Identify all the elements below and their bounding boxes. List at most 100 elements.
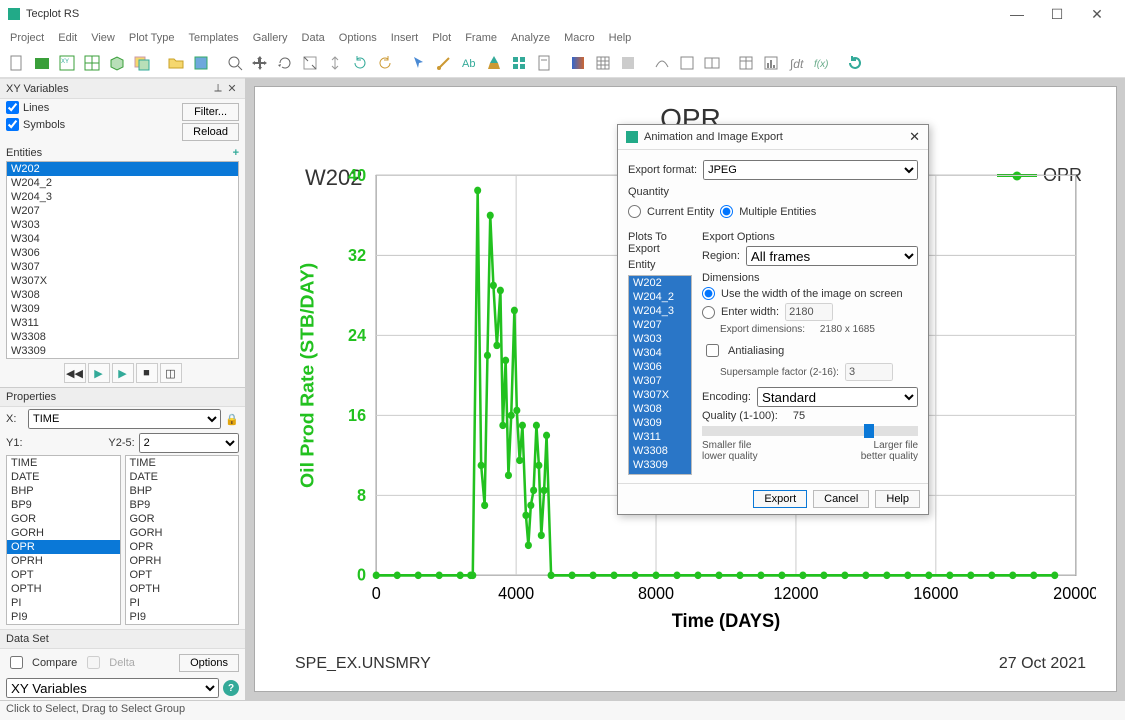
list-item[interactable]: OPT: [126, 568, 239, 582]
list-item[interactable]: OPTH: [7, 582, 120, 596]
list-item[interactable]: W3309: [629, 458, 691, 472]
use-screen-width-radio[interactable]: [702, 287, 715, 300]
pin-icon[interactable]: ⟂: [211, 82, 225, 95]
menu-gallery[interactable]: Gallery: [247, 30, 294, 46]
list-item[interactable]: W204_2: [629, 290, 691, 304]
toolbar-undo-icon[interactable]: [374, 52, 396, 74]
list-item[interactable]: OPRH: [126, 554, 239, 568]
region-select[interactable]: All frames: [746, 246, 918, 266]
list-item[interactable]: W309: [7, 302, 238, 316]
toolbar-zoom-icon[interactable]: [224, 52, 246, 74]
enter-width-input[interactable]: [785, 303, 833, 321]
list-item[interactable]: OPT: [7, 568, 120, 582]
menu-analyze[interactable]: Analyze: [505, 30, 556, 46]
menu-help[interactable]: Help: [603, 30, 638, 46]
export-format-select[interactable]: JPEG: [703, 160, 918, 180]
list-item[interactable]: BP9: [126, 498, 239, 512]
toolbar-shade-icon[interactable]: [617, 52, 639, 74]
list-item[interactable]: W307X: [7, 274, 238, 288]
list-item[interactable]: W3308: [7, 330, 238, 344]
toolbar-multiframe-icon[interactable]: [701, 52, 723, 74]
toolbar-probe-icon[interactable]: [433, 52, 455, 74]
reload-button[interactable]: Reload: [182, 123, 239, 141]
vcr-stop-icon[interactable]: ■: [136, 363, 158, 383]
export-button[interactable]: Export: [753, 490, 807, 508]
menu-view[interactable]: View: [85, 30, 121, 46]
toolbar-move-icon[interactable]: [249, 52, 271, 74]
toolbar-pointer-icon[interactable]: [408, 52, 430, 74]
toolbar-rotate-icon[interactable]: [274, 52, 296, 74]
toolbar-open-icon[interactable]: [165, 52, 187, 74]
add-entity-icon[interactable]: +: [233, 147, 239, 159]
toolbar-streamline-icon[interactable]: [651, 52, 673, 74]
filter-button[interactable]: Filter...: [182, 103, 239, 121]
toolbar-cube-icon[interactable]: [106, 52, 128, 74]
lines-checkbox[interactable]: [6, 101, 19, 114]
list-item[interactable]: W202: [7, 162, 238, 176]
toolbar-layers-icon[interactable]: [131, 52, 153, 74]
vcr-snapshot-icon[interactable]: ◫: [160, 363, 182, 383]
maximize-button[interactable]: ☐: [1037, 6, 1077, 23]
list-item[interactable]: W207: [7, 204, 238, 218]
toolbar-home-icon[interactable]: [31, 52, 53, 74]
list-item[interactable]: OPR: [7, 540, 120, 554]
list-item[interactable]: W308: [629, 402, 691, 416]
sidebar-footer-select[interactable]: XY Variables: [6, 678, 219, 698]
toolbar-fx-icon[interactable]: f(x): [810, 52, 832, 74]
x-axis-select[interactable]: TIME: [28, 409, 221, 429]
dialog-entities-list[interactable]: W202W204_2W204_3W207W303W304W306W307W307…: [628, 275, 692, 475]
menu-options[interactable]: Options: [333, 30, 383, 46]
list-item[interactable]: W202: [629, 276, 691, 290]
toolbar-refresh-icon[interactable]: [844, 52, 866, 74]
close-panel-icon[interactable]: ✕: [225, 82, 239, 95]
list-item[interactable]: W3308: [629, 444, 691, 458]
list-item[interactable]: WCT: [7, 624, 120, 625]
list-item[interactable]: TIME: [126, 456, 239, 470]
toolbar-grid-icon[interactable]: [81, 52, 103, 74]
toolbar-vscale-icon[interactable]: [324, 52, 346, 74]
toolbar-save-icon[interactable]: [190, 52, 212, 74]
vcr-play-icon[interactable]: ▶: [112, 363, 134, 383]
list-item[interactable]: W303: [7, 218, 238, 232]
menu-templates[interactable]: Templates: [183, 30, 245, 46]
list-item[interactable]: W311: [629, 430, 691, 444]
list-item[interactable]: W306: [629, 360, 691, 374]
list-item[interactable]: OPTH: [126, 582, 239, 596]
minimize-button[interactable]: —: [997, 6, 1037, 22]
list-item[interactable]: W207: [629, 318, 691, 332]
list-item[interactable]: W307: [629, 374, 691, 388]
toolbar-palette-icon[interactable]: [483, 52, 505, 74]
menu-edit[interactable]: Edit: [52, 30, 83, 46]
vcr-playback-icon[interactable]: ▶: [88, 363, 110, 383]
list-item[interactable]: W304: [7, 232, 238, 246]
y25-select[interactable]: 2: [139, 433, 239, 453]
list-item[interactable]: W405: [629, 472, 691, 475]
enter-width-radio[interactable]: [702, 306, 715, 319]
y2-variable-list[interactable]: TIMEDATEBHPBP9GORGORHOPROPRHOPTOPTHPIPI9…: [125, 455, 240, 625]
list-item[interactable]: W307X: [629, 388, 691, 402]
toolbar-new-icon[interactable]: [6, 52, 28, 74]
toolbar-fit-icon[interactable]: [299, 52, 321, 74]
list-item[interactable]: W204_3: [7, 190, 238, 204]
help-icon[interactable]: ?: [223, 680, 239, 696]
list-item[interactable]: PI: [126, 596, 239, 610]
list-item[interactable]: GORH: [7, 526, 120, 540]
antialias-checkbox[interactable]: [706, 344, 719, 357]
list-item[interactable]: W307: [7, 260, 238, 274]
list-item[interactable]: W308: [7, 288, 238, 302]
list-item[interactable]: PI9: [126, 610, 239, 624]
y1-variable-list[interactable]: TIMEDATEBHPBP9GORGORHOPROPRHOPTOPTHPIPI9…: [6, 455, 121, 625]
list-item[interactable]: W303: [629, 332, 691, 346]
vcr-rewind-icon[interactable]: ◀◀: [64, 363, 86, 383]
list-item[interactable]: W304: [629, 346, 691, 360]
list-item[interactable]: OPRH: [7, 554, 120, 568]
list-item[interactable]: PI9: [7, 610, 120, 624]
menu-data[interactable]: Data: [296, 30, 331, 46]
encoding-select[interactable]: Standard: [757, 387, 918, 407]
compare-checkbox[interactable]: [10, 656, 23, 669]
list-item[interactable]: W306: [7, 246, 238, 260]
menu-frame[interactable]: Frame: [459, 30, 503, 46]
menu-plot[interactable]: Plot: [426, 30, 457, 46]
list-item[interactable]: W204_3: [629, 304, 691, 318]
list-item[interactable]: W309: [629, 416, 691, 430]
